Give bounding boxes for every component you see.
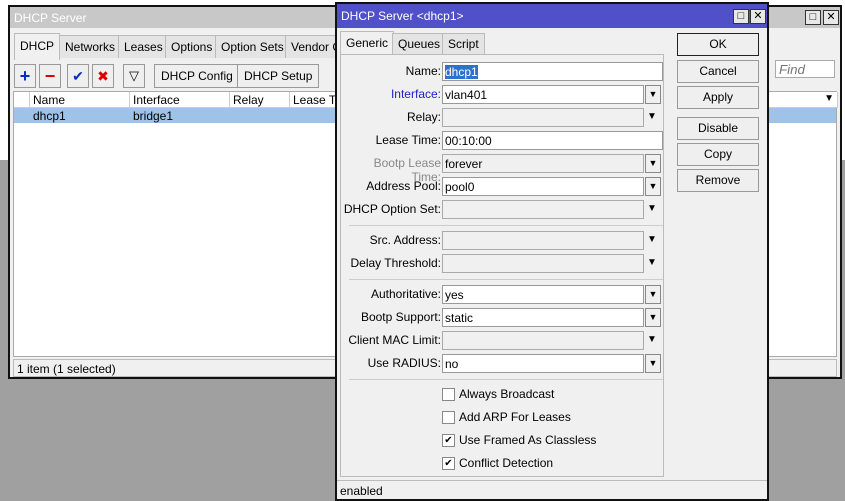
use-framed-as-classless-checkbox[interactable]: ✔ <box>442 434 455 447</box>
use-radius-select[interactable]: no <box>442 354 644 373</box>
tab-dhcp[interactable]: DHCP <box>14 33 61 60</box>
bootp-support-label: Bootp Support: <box>360 310 441 324</box>
expand-arrow-icon[interactable]: ▼ <box>647 334 657 345</box>
apply-button[interactable]: Apply <box>677 86 759 109</box>
lease-time-label: Lease Time: <box>375 133 441 147</box>
dropdown-icon[interactable]: ▼ <box>645 85 661 104</box>
close-icon[interactable]: ✕ <box>750 9 766 24</box>
cell-interface: bridge1 <box>133 109 174 123</box>
generic-pane: Name: dhcp1 Interface: vlan401 ▼ Relay: … <box>340 54 664 477</box>
maximize-icon[interactable]: □ <box>805 10 821 25</box>
dhcp-server-dialog: DHCP Server <dhcp1> □ ✕ Generic Queues S… <box>335 2 769 501</box>
client-mac-limit-input[interactable] <box>442 331 644 350</box>
column-relay[interactable]: Relay <box>230 92 290 108</box>
close-icon[interactable]: ✕ <box>823 10 839 25</box>
remove-icon[interactable]: − <box>39 64 61 88</box>
bootp-lease-time-select[interactable]: forever <box>442 154 644 173</box>
dialog-title: DHCP Server <dhcp1> <box>337 4 767 28</box>
tab-options[interactable]: Options <box>165 35 219 58</box>
conflict-detection-label: Conflict Detection <box>459 456 554 470</box>
add-arp-checkbox[interactable] <box>442 411 455 424</box>
address-pool-label: Address Pool: <box>366 179 441 193</box>
dhcp-option-set-input[interactable] <box>442 200 644 219</box>
tab-generic[interactable]: Generic <box>340 31 395 54</box>
use-radius-label: Use RADIUS: <box>367 356 441 370</box>
name-label: Name: <box>405 64 441 78</box>
tab-networks[interactable]: Networks <box>59 35 122 58</box>
expand-arrow-icon[interactable]: ▼ <box>647 203 657 214</box>
filter-icon[interactable]: ▽ <box>123 64 145 88</box>
remove-button[interactable]: Remove <box>677 169 759 192</box>
name-value: dhcp1 <box>445 65 478 79</box>
delay-threshold-input[interactable] <box>442 254 644 273</box>
divider <box>349 279 663 280</box>
use-framed-as-classless-label: Use Framed As Classless <box>459 433 597 447</box>
header-spacer <box>14 92 30 108</box>
delay-threshold-label: Delay Threshold: <box>350 256 442 270</box>
expand-arrow-icon[interactable]: ▼ <box>647 234 657 245</box>
client-mac-limit-label: Client MAC Limit: <box>348 333 441 347</box>
cell-name: dhcp1 <box>33 109 66 123</box>
dropdown-icon[interactable]: ▼ <box>645 285 661 304</box>
tab-option-sets[interactable]: Option Sets <box>215 35 290 58</box>
conflict-detection-checkbox[interactable]: ✔ <box>442 457 455 470</box>
cancel-button[interactable]: Cancel <box>677 60 759 83</box>
copy-button[interactable]: Copy <box>677 143 759 166</box>
find-input[interactable] <box>775 60 835 78</box>
dialog-status: enabled <box>340 484 383 498</box>
divider <box>349 225 663 226</box>
authoritative-select[interactable]: yes <box>442 285 644 304</box>
interface-select[interactable]: vlan401 <box>442 85 644 104</box>
name-input[interactable]: dhcp1 <box>442 62 663 81</box>
divider <box>349 379 663 380</box>
column-interface[interactable]: Interface <box>130 92 230 108</box>
src-address-input[interactable] <box>442 231 644 250</box>
dhcp-option-set-label: DHCP Option Set: <box>343 202 441 216</box>
dropdown-icon[interactable]: ▼ <box>645 154 661 173</box>
bootp-support-select[interactable]: static <box>442 308 644 327</box>
dhcp-config-button[interactable]: DHCP Config <box>154 64 240 88</box>
column-menu-icon[interactable]: ▼ <box>824 93 834 104</box>
address-pool-select[interactable]: pool0 <box>442 177 644 196</box>
lease-time-input[interactable]: 00:10:00 <box>442 131 663 150</box>
maximize-icon[interactable]: □ <box>733 9 749 24</box>
ok-button[interactable]: OK <box>677 33 759 56</box>
expand-arrow-icon[interactable]: ▼ <box>647 257 657 268</box>
add-arp-label: Add ARP For Leases <box>459 410 571 424</box>
relay-input[interactable] <box>442 108 644 127</box>
dropdown-icon[interactable]: ▼ <box>645 308 661 327</box>
interface-label: Interface: <box>390 87 441 101</box>
src-address-label: Src. Address: <box>369 233 441 247</box>
expand-arrow-icon[interactable]: ▼ <box>647 111 657 122</box>
tab-script[interactable]: Script <box>442 33 485 54</box>
always-broadcast-label: Always Broadcast <box>459 387 555 401</box>
dhcp-setup-button[interactable]: DHCP Setup <box>237 64 320 88</box>
tab-leases[interactable]: Leases <box>118 35 169 58</box>
always-broadcast-checkbox[interactable] <box>442 388 455 401</box>
enable-icon[interactable]: ✔ <box>67 64 89 88</box>
disable-button[interactable]: Disable <box>677 117 759 140</box>
divider <box>337 480 767 481</box>
authoritative-label: Authoritative: <box>370 287 441 301</box>
relay-label: Relay: <box>406 110 441 124</box>
tab-queues[interactable]: Queues <box>392 33 447 54</box>
dropdown-icon[interactable]: ▼ <box>645 177 661 196</box>
dropdown-icon[interactable]: ▼ <box>645 354 661 373</box>
column-name[interactable]: Name <box>30 92 130 108</box>
disable-icon[interactable]: ✖ <box>92 64 114 88</box>
add-icon[interactable]: + <box>14 64 36 88</box>
